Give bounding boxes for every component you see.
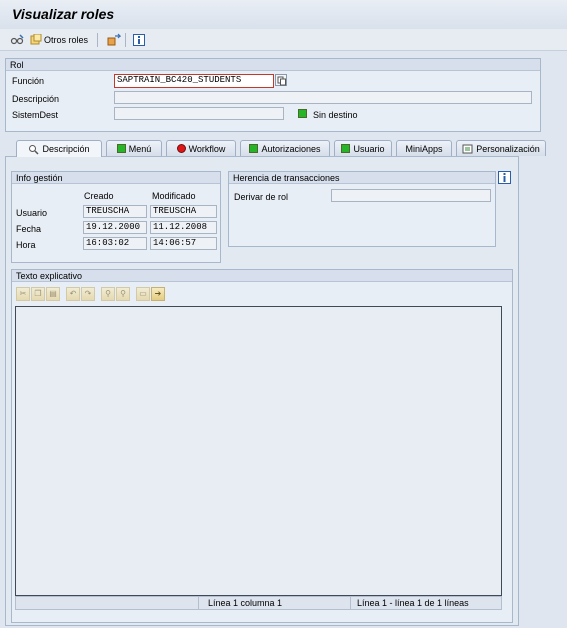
tab-label: Descripción [42,144,90,154]
other-roles-icon [30,34,42,45]
col-creado-header: Creado [84,191,114,201]
sin-destino-label: Sin destino [313,110,358,120]
description-icon [29,144,40,155]
status-separator [350,597,351,609]
col-modificado-header: Modificado [152,191,196,201]
info-icon [498,171,511,184]
find-next-button[interactable]: ⚲ [116,287,130,301]
tab-autorizaciones[interactable]: Autorizaciones [240,140,330,156]
redo-button[interactable]: ↷ [81,287,95,301]
save-file-icon: ➔ [154,289,162,298]
fecha-creado-field: 19.12.2000 [83,221,147,234]
descripcion-field[interactable] [114,91,532,104]
paste-icon: ▤ [49,289,57,298]
usuario-label: Usuario [16,208,48,218]
descripcion-label: Descripción [12,94,60,104]
display-change-button[interactable] [10,32,24,48]
transport-icon [107,33,121,46]
tab-label: Personalización [476,143,540,154]
editor-status-bar: Línea 1 columna 1 Línea 1 - línea 1 de 1… [15,596,502,610]
sistemdest-field[interactable] [114,107,284,120]
fecha-modificado-field: 11.12.2008 [150,221,217,234]
tab-miniapps[interactable]: MiniApps [396,140,452,156]
undo-button[interactable]: ↶ [66,287,80,301]
otros-roles-label: Otros roles [44,35,89,45]
copy-icon: ❐ [34,289,42,298]
cut-button[interactable]: ✂ [16,287,30,301]
herencia-header: Herencia de transacciones [229,172,495,184]
rol-group-header: Rol [6,59,540,71]
fecha-label: Fecha [16,224,42,234]
personalization-icon [462,144,473,154]
tab-label: Workflow [188,143,226,154]
otros-roles-button[interactable]: Otros roles [30,32,88,48]
funcion-label: Función [12,76,45,86]
status-lines: Línea 1 - línea 1 de 1 líneas [357,598,469,608]
red-status-icon [176,144,186,153]
green-status-icon [249,144,259,153]
tab-label: Autorizaciones [261,143,321,154]
application-toolbar: Otros roles [0,29,567,51]
tab-descripcion[interactable]: Descripción [16,140,102,157]
derivar-field[interactable] [331,189,491,202]
green-status-icon [116,144,126,153]
undo-icon: ↶ [69,289,77,298]
sistemdest-label: SistemDest [12,110,59,120]
green-status-icon [298,109,307,118]
status-separator [198,597,199,609]
find-next-icon: ⚲ [120,289,126,298]
glasses-pencil-icon [10,34,24,45]
info-gestion-header: Info gestión [12,172,220,184]
usuario-modificado-field: TREUSCHA [150,205,217,218]
derivar-label: Derivar de rol [234,192,289,202]
info-button[interactable] [498,171,511,186]
text-editor[interactable] [15,306,502,596]
hora-label: Hora [16,240,36,250]
tab-usuario[interactable]: Usuario [334,140,392,156]
tab-label: Usuario [353,143,385,154]
cut-icon: ✂ [19,289,27,298]
herencia-group: Herencia de transacciones [228,171,496,247]
transport-button[interactable] [107,32,121,48]
texto-header: Texto explicativo [12,270,512,282]
save-file-button[interactable]: ➔ [151,287,165,301]
tab-label: Menú [128,143,152,154]
find-icon: ⚲ [105,289,111,298]
paste-button[interactable]: ▤ [46,287,60,301]
hora-creado-field: 16:03:02 [83,237,147,250]
tab-workflow[interactable]: Workflow [166,140,236,156]
find-button[interactable]: ⚲ [101,287,115,301]
info-icon [133,34,145,46]
editor-toolbar: ✂ ❐ ▤ ↶ ↷ ⚲ ⚲ ▭ ➔ [16,287,165,302]
toolbar-separator [97,33,98,47]
status-position: Línea 1 columna 1 [208,598,283,608]
usuario-creado-field: TREUSCHA [83,205,147,218]
funcion-field[interactable]: SAPTRAIN_BC420_STUDENTS [114,74,274,88]
hora-modificado-field: 14:06:57 [150,237,217,250]
tab-personalizacion[interactable]: Personalización [456,140,546,156]
title-bar: Visualizar roles [0,0,567,29]
copy-button[interactable] [275,74,287,86]
page-title: Visualizar roles [12,6,115,22]
load-file-button[interactable]: ▭ [136,287,150,301]
load-file-icon: ▭ [139,289,147,298]
green-status-icon [341,144,351,153]
toolbar-separator [125,33,126,47]
copy-icon [277,76,286,85]
tab-label: MiniApps [405,143,443,154]
redo-icon: ↷ [84,289,92,298]
tab-menu[interactable]: Menú [106,140,162,156]
info-button[interactable] [133,32,145,48]
copy-button[interactable]: ❐ [31,287,45,301]
